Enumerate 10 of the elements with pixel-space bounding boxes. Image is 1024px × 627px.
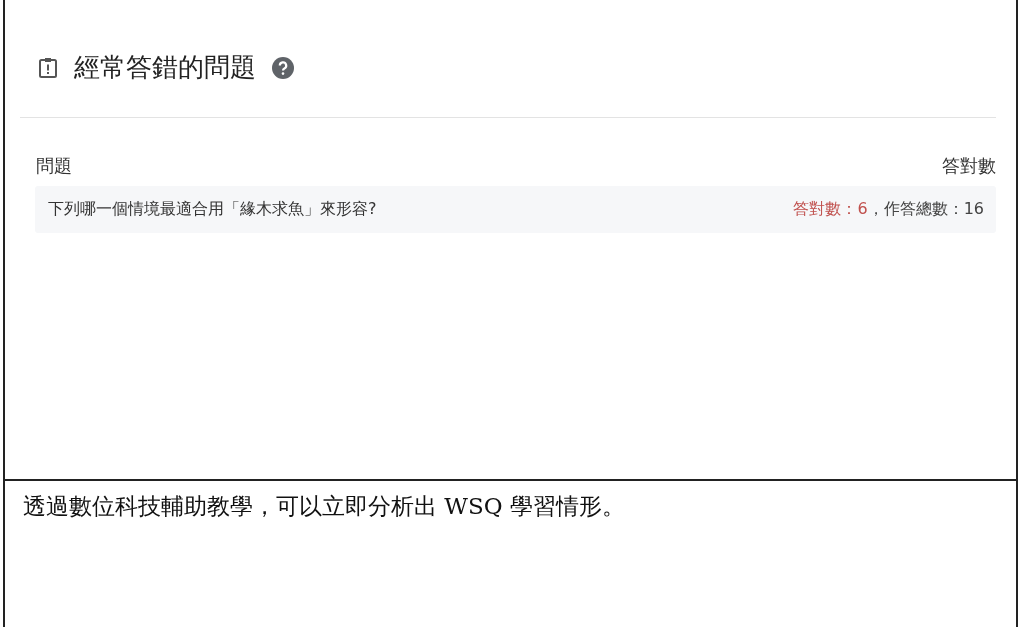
question-row[interactable]: 下列哪一個情境最適合用「緣木求魚」來形容? 答對數：6，作答總數：16: [35, 186, 996, 233]
help-icon[interactable]: [272, 56, 294, 79]
question-text: 下列哪一個情境最適合用「緣木求魚」來形容?: [48, 199, 377, 220]
total-count: ，作答總數：16: [867, 199, 984, 218]
correct-count: 答對數：6: [793, 199, 868, 218]
clipboard-alert-icon: [38, 56, 58, 79]
column-header: 答對數: [942, 154, 996, 178]
panel-title: 經常答錯的問題: [74, 51, 256, 84]
caption-text: 透過數位科技輔助教學，可以立即分析出 WSQ 學習情形。: [23, 492, 626, 521]
column-header: 問題: [36, 154, 72, 178]
